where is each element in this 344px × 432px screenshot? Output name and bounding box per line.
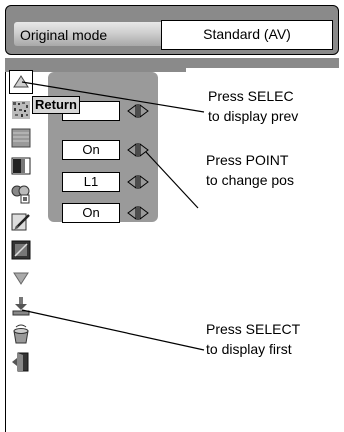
callout-line: to display prev: [208, 108, 299, 124]
callout-lines: [21, 81, 205, 351]
callout-line: Press SELECT: [206, 321, 301, 337]
callout-line: to display first: [206, 341, 292, 357]
callout-point: Press POINT to change pos: [206, 150, 294, 190]
callout-line: Press POINT: [206, 152, 289, 168]
callout-select-prev: Press SELEC to display prev: [208, 86, 298, 126]
callout-line: to change pos: [206, 172, 294, 188]
callout-line: Press SELEC: [208, 88, 294, 104]
callout-select-first: Press SELECT to display first: [206, 319, 300, 359]
